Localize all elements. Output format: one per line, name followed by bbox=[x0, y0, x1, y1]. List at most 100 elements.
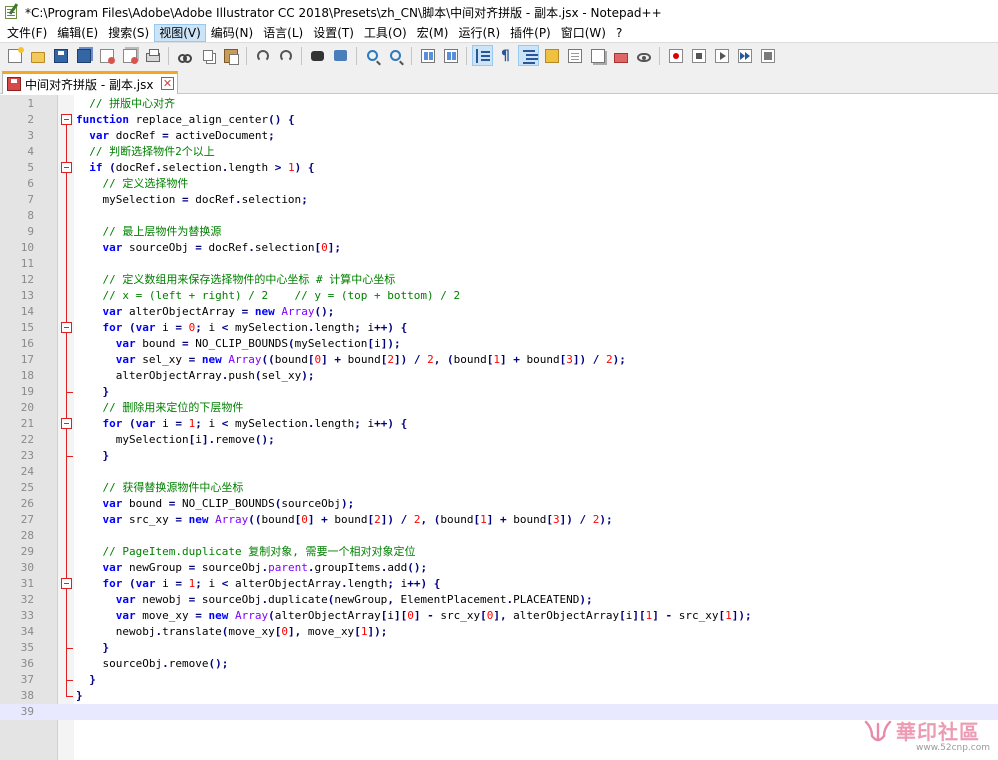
undo-button[interactable] bbox=[252, 45, 273, 66]
code-line[interactable]: 7 mySelection = docRef.selection; bbox=[0, 192, 998, 208]
code-line[interactable]: 21 for (var i = 1; i < mySelection.lengt… bbox=[0, 416, 998, 432]
document-map-button[interactable] bbox=[564, 45, 585, 66]
title-bar: *C:\Program Files\Adobe\Adobe Illustrato… bbox=[0, 0, 998, 24]
code-line[interactable]: 10 var sourceObj = docRef.selection[0]; bbox=[0, 240, 998, 256]
line-number: 29 bbox=[20, 545, 34, 558]
code-line[interactable]: 11 bbox=[0, 256, 998, 272]
toolbar-separator bbox=[411, 46, 412, 65]
menu-item-12[interactable]: ? bbox=[611, 24, 627, 42]
code-line[interactable]: 33 var move_xy = new Array(alterObjectAr… bbox=[0, 608, 998, 624]
code-line[interactable]: 36 sourceObj.remove(); bbox=[0, 656, 998, 672]
user-language-button[interactable] bbox=[541, 45, 562, 66]
menu-item-3[interactable]: 视图(V) bbox=[154, 24, 206, 42]
sync-horizontal-button[interactable] bbox=[440, 45, 461, 66]
stop-macro-button[interactable] bbox=[688, 45, 709, 66]
save-all-button[interactable] bbox=[73, 45, 94, 66]
menu-item-10[interactable]: 插件(P) bbox=[505, 24, 556, 42]
code-line[interactable]: 20 // 删除用来定位的下层物件 bbox=[0, 400, 998, 416]
code-line[interactable]: 9 // 最上层物件为替换源 bbox=[0, 224, 998, 240]
show-all-chars-button[interactable]: ¶ bbox=[495, 45, 516, 66]
zoom-out-button[interactable] bbox=[385, 45, 406, 66]
record-macro-button[interactable] bbox=[665, 45, 686, 66]
menu-item-11[interactable]: 窗口(W) bbox=[556, 24, 611, 42]
code-line[interactable]: 39 bbox=[0, 704, 998, 720]
code-line[interactable]: 24 bbox=[0, 464, 998, 480]
menu-item-4[interactable]: 编码(N) bbox=[206, 24, 258, 42]
indent-guide-button[interactable] bbox=[518, 45, 539, 66]
redo-button[interactable] bbox=[275, 45, 296, 66]
menu-item-1[interactable]: 编辑(E) bbox=[52, 24, 103, 42]
code-line[interactable]: 31 for (var i = 1; i < alterObjectArray.… bbox=[0, 576, 998, 592]
save-button[interactable] bbox=[50, 45, 71, 66]
menu-item-5[interactable]: 语言(L) bbox=[258, 24, 308, 42]
code-line[interactable]: 12 // 定义数组用来保存选择物件的中心坐标 # 计算中心坐标 bbox=[0, 272, 998, 288]
code-line[interactable]: 35 } bbox=[0, 640, 998, 656]
code-line[interactable]: 16 var bound = NO_CLIP_BOUNDS(mySelectio… bbox=[0, 336, 998, 352]
code-line[interactable]: 2 function replace_align_center() { bbox=[0, 112, 998, 128]
cut-button[interactable] bbox=[174, 45, 195, 66]
sync-horizontal-icon bbox=[443, 48, 458, 63]
code-line[interactable]: 13 // x = (left + right) / 2 // y = (top… bbox=[0, 288, 998, 304]
menu-item-8[interactable]: 宏(M) bbox=[412, 24, 454, 42]
menu-item-2[interactable]: 搜索(S) bbox=[103, 24, 154, 42]
code-line[interactable]: 26 var bound = NO_CLIP_BOUNDS(sourceObj)… bbox=[0, 496, 998, 512]
play-macro-button[interactable] bbox=[711, 45, 732, 66]
replace-button[interactable] bbox=[330, 45, 351, 66]
code-line[interactable]: 18 alterObjectArray.push(sel_xy); bbox=[0, 368, 998, 384]
menu-item-6[interactable]: 设置(T) bbox=[308, 24, 359, 42]
run-macro-multiple-button[interactable] bbox=[734, 45, 755, 66]
line-number: 14 bbox=[20, 305, 34, 318]
copy-button[interactable] bbox=[197, 45, 218, 66]
line-number: 3 bbox=[27, 129, 34, 142]
paste-icon bbox=[223, 48, 239, 65]
code-line[interactable]: 29 // PageItem.duplicate 复制对象, 需要一个相对对象定… bbox=[0, 544, 998, 560]
open-file-button[interactable] bbox=[27, 45, 48, 66]
code-line[interactable]: 37 } bbox=[0, 672, 998, 688]
code-line[interactable]: 19 } bbox=[0, 384, 998, 400]
code-line[interactable]: 28 bbox=[0, 528, 998, 544]
code-line[interactable]: 32 var newobj = sourceObj.duplicate(newG… bbox=[0, 592, 998, 608]
code-line[interactable]: 4 // 判断选择物件2个以上 bbox=[0, 144, 998, 160]
line-number: 30 bbox=[20, 561, 34, 574]
menu-item-9[interactable]: 运行(R) bbox=[453, 24, 505, 42]
paste-button[interactable] bbox=[220, 45, 241, 66]
code-editor[interactable]: 1 // 拼版中心对齐 2 function replace_align_cente… bbox=[0, 95, 998, 760]
menu-item-7[interactable]: 工具(O) bbox=[359, 24, 412, 42]
code-line[interactable]: 6 // 定义选择物件 bbox=[0, 176, 998, 192]
replace-icon bbox=[334, 50, 347, 61]
code-line[interactable]: 3 var docRef = activeDocument; bbox=[0, 128, 998, 144]
code-line[interactable]: 15 for (var i = 0; i < mySelection.lengt… bbox=[0, 320, 998, 336]
code-line[interactable]: 1 // 拼版中心对齐 bbox=[0, 96, 998, 112]
save-macro-button[interactable] bbox=[757, 45, 778, 66]
tab-active-document[interactable]: 中间对齐拼版 - 副本.jsx ✕ bbox=[2, 71, 178, 94]
code-line[interactable]: 22 mySelection[i].remove(); bbox=[0, 432, 998, 448]
find-button[interactable] bbox=[307, 45, 328, 66]
sync-vertical-button[interactable] bbox=[417, 45, 438, 66]
code-line[interactable]: 38} bbox=[0, 688, 998, 704]
folder-workspace-button[interactable] bbox=[610, 45, 631, 66]
code-line[interactable]: 30 var newGroup = sourceObj.parent.group… bbox=[0, 560, 998, 576]
tab-close-icon[interactable]: ✕ bbox=[161, 77, 174, 90]
code-line[interactable]: 8 bbox=[0, 208, 998, 224]
function-list-button[interactable] bbox=[587, 45, 608, 66]
zoom-in-button[interactable] bbox=[362, 45, 383, 66]
close-all-button[interactable] bbox=[119, 45, 140, 66]
word-wrap-button[interactable] bbox=[472, 45, 493, 66]
code-text: function replace_align_center() { bbox=[76, 113, 295, 126]
code-line[interactable]: 34 newobj.translate(move_xy[0], move_xy[… bbox=[0, 624, 998, 640]
code-line[interactable]: 17 var sel_xy = new Array((bound[0] + bo… bbox=[0, 352, 998, 368]
print-button[interactable] bbox=[142, 45, 163, 66]
watermark-url: www.52cnp.com bbox=[916, 743, 991, 753]
code-line[interactable]: 5 if (docRef.selection.length > 1) { bbox=[0, 160, 998, 176]
code-line[interactable]: 23 } bbox=[0, 448, 998, 464]
code-line[interactable]: 25 // 获得替换源物件中心坐标 bbox=[0, 480, 998, 496]
watermark-logo-icon bbox=[864, 720, 892, 742]
menu-item-0[interactable]: 文件(F) bbox=[2, 24, 52, 42]
close-button[interactable] bbox=[96, 45, 117, 66]
code-line[interactable]: 14 var alterObjectArray = new Array(); bbox=[0, 304, 998, 320]
code-line[interactable]: 27 var src_xy = new Array((bound[0] + bo… bbox=[0, 512, 998, 528]
line-number: 11 bbox=[20, 257, 34, 270]
save-all-icon bbox=[76, 48, 91, 63]
new-file-button[interactable] bbox=[4, 45, 25, 66]
monitoring-button[interactable] bbox=[633, 45, 654, 66]
